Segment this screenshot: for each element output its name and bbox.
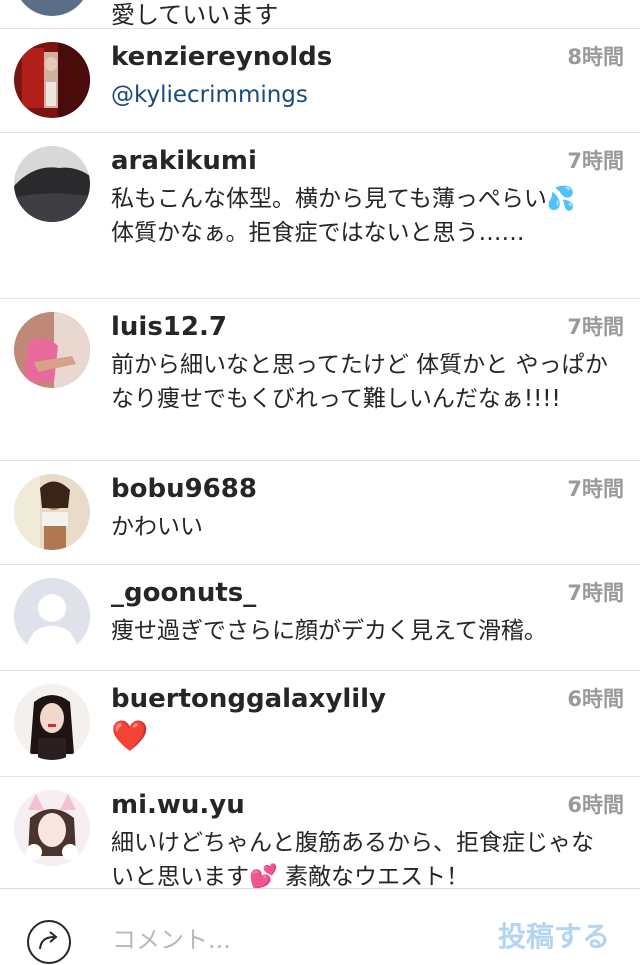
avatar[interactable]	[14, 312, 90, 388]
comment-input-bar: 投稿する	[0, 888, 640, 964]
mention-link[interactable]: @kyliecrimmings	[111, 78, 601, 112]
post-button[interactable]: 投稿する	[498, 915, 610, 955]
comment-text: 痩せ過ぎでさらに顔がデカく見えて滑稽。	[111, 618, 547, 644]
comment-username[interactable]: bobu9688	[111, 472, 257, 506]
comment-row: arakikumi 7時間 私もこんな体型。横から見ても薄っぺらい💦体質かなぁ。…	[0, 132, 640, 299]
comment-row: _goonuts_ 7時間 痩せ過ぎでさらに顔がデカく見えて滑稽。	[0, 564, 640, 671]
comment-row: luis12.7 7時間 前から細いなと思ってたけど 体質かと やっぱかなり痩せ…	[0, 298, 640, 461]
comment-username[interactable]: kenziereynolds	[111, 40, 332, 74]
comment-username[interactable]: buertonggalaxylily	[111, 682, 386, 716]
comment-row: buertonggalaxylily 6時間 ❤️	[0, 670, 640, 777]
comment-text: 私もこんな体型。横から見ても薄っぺらい💦体質かなぁ。拒食症ではないと思う……	[111, 186, 576, 246]
comment-time: 7時間	[567, 149, 624, 173]
comment-username[interactable]: luis12.7	[111, 310, 227, 344]
avatar[interactable]	[14, 578, 90, 654]
comment-input[interactable]	[110, 919, 454, 961]
heart-icon: ❤️	[111, 719, 149, 754]
avatar[interactable]	[14, 0, 90, 16]
comments-feed[interactable]: 愛していいます kenziereynolds 8時間 @kyliecrimmin…	[0, 0, 640, 888]
avatar[interactable]	[14, 42, 90, 118]
comment-time: 7時間	[567, 581, 624, 605]
comment-time: 6時間	[567, 687, 624, 711]
comment-text: 前から細いなと思ってたけど 体質かと やっぱかなり痩せでもくびれって難しいんだな…	[111, 352, 608, 412]
comment-row: kenziereynolds 8時間 @kyliecrimmings	[0, 28, 640, 133]
comment-username[interactable]: mi.wu.yu	[111, 788, 245, 822]
share-arrow-icon[interactable]	[26, 919, 72, 965]
comment-time: 7時間	[567, 315, 624, 339]
comment-row: bobu9688 7時間 かわいい	[0, 460, 640, 565]
comment-time: 7時間	[567, 477, 624, 501]
comment-username[interactable]: arakikumi	[111, 144, 257, 178]
avatar[interactable]	[14, 474, 90, 550]
comment-text: かわいい	[111, 514, 203, 540]
comment-time: 8時間	[567, 45, 624, 69]
comment-time: 6時間	[567, 793, 624, 817]
avatar[interactable]	[14, 790, 90, 866]
comment-row: mi.wu.yu 6時間 細いけどちゃんと腹筋あるから、拒食症じゃないと思います…	[0, 776, 640, 888]
avatar[interactable]	[14, 146, 90, 222]
comment-username[interactable]: _goonuts_	[111, 576, 256, 610]
comment-partial: 愛していいます	[0, 0, 640, 29]
comment-text: 細いけどちゃんと腹筋あるから、拒食症じゃないと思います💕 素敵なウエスト！	[111, 830, 594, 888]
avatar[interactable]	[14, 684, 90, 760]
